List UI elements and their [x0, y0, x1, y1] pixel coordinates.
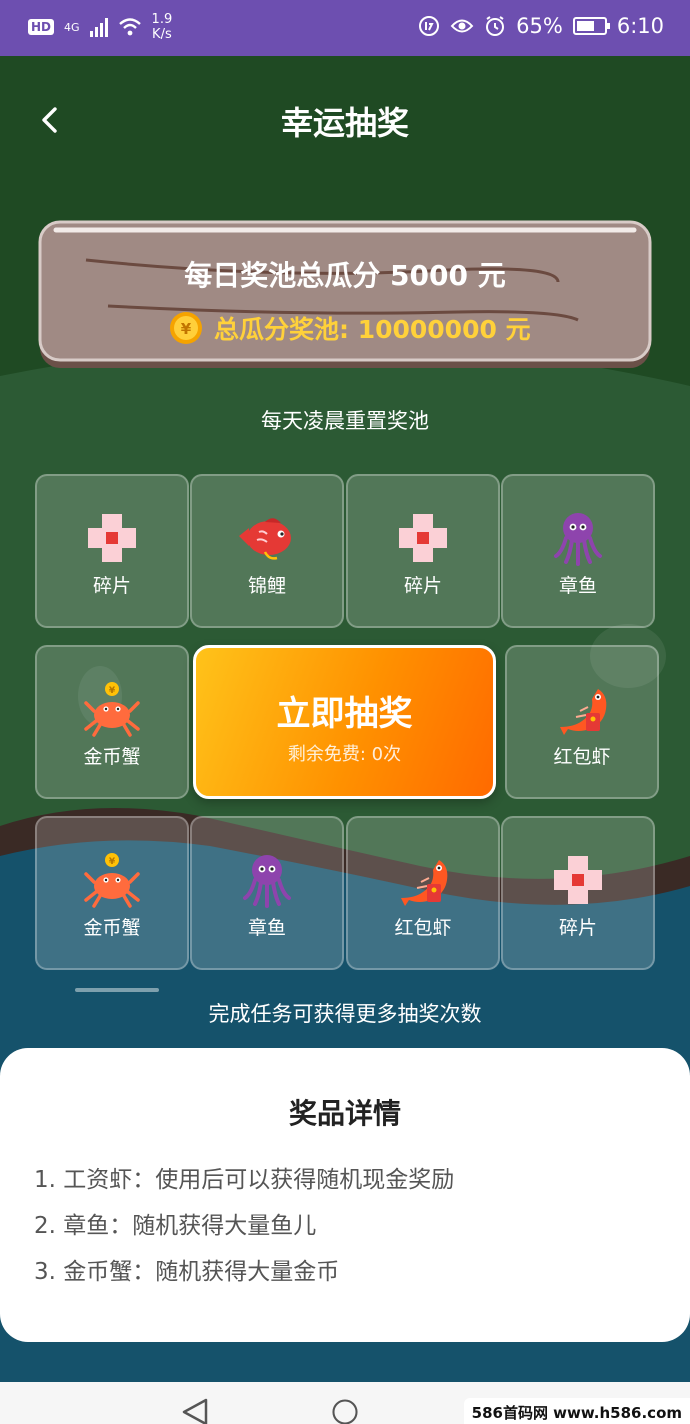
details-item: 1. 工资虾：使用后可以获得随机现金奖励	[34, 1167, 455, 1193]
prize-cell-red-envelope-shrimp: 红包虾	[346, 816, 500, 970]
details-list: 1. 工资虾：使用后可以获得随机现金奖励 2. 章鱼：随机获得大量鱼儿 3. 金…	[34, 1160, 454, 1298]
red-envelope-shrimp-icon	[401, 860, 448, 906]
prize-label: 碎片	[558, 917, 597, 939]
battery-icon	[572, 17, 610, 35]
fragment-icon	[399, 514, 447, 562]
prize-cell-fragment: 碎片	[501, 816, 655, 970]
clock: 6:10	[616, 14, 664, 38]
nav-back-icon[interactable]	[180, 1398, 210, 1424]
prize-label: 碎片	[92, 575, 131, 597]
total-pool-row: ¥ 总瓜分奖池: 10000000 元	[168, 310, 531, 346]
prize-label: 红包虾	[553, 746, 611, 768]
prize-label: 章鱼	[558, 575, 597, 597]
draw-now-button[interactable]: 立即抽奖 剩余免费: 0次	[193, 645, 496, 799]
gold-crab-icon: ¥	[84, 853, 140, 908]
network-speed: 1.9 K/s	[152, 12, 173, 42]
prize-cell-gold-crab: ¥ 金币蟹	[35, 645, 189, 799]
reset-note: 每天凌晨重置奖池	[261, 409, 429, 433]
svg-text:¥: ¥	[109, 857, 116, 867]
alarm-icon	[486, 16, 505, 36]
draw-button-label: 立即抽奖	[276, 694, 413, 734]
prize-label: 锦鲤	[247, 575, 286, 597]
hd-badge: HD	[28, 19, 55, 35]
eye-comfort-icon	[450, 19, 474, 33]
battery-fill	[576, 21, 594, 31]
battery-percent: 65%	[516, 14, 563, 38]
remaining-free-draws: 剩余免费: 0次	[287, 744, 402, 765]
prize-label: 章鱼	[247, 917, 286, 939]
prize-cell-octopus: 章鱼	[501, 474, 655, 628]
page-title: 幸运抽奖	[280, 104, 409, 142]
scroll-indicator	[75, 988, 159, 992]
wooden-sign	[38, 220, 652, 368]
network-type: 4G	[64, 20, 80, 34]
prize-cell-fragment: 碎片	[346, 474, 500, 628]
details-item: 2. 章鱼：随机获得大量鱼儿	[34, 1213, 317, 1239]
prize-cell-red-envelope-shrimp: 红包虾	[505, 645, 659, 799]
speed-value: 1.9	[151, 12, 173, 27]
svg-text:¥: ¥	[109, 686, 116, 696]
data-saver-icon	[419, 16, 440, 36]
coin-icon: ¥	[170, 312, 202, 344]
prize-details-card: 奖品详情 1. 工资虾：使用后可以获得随机现金奖励 2. 章鱼：随机获得大量鱼儿…	[0, 1048, 690, 1342]
octopus-icon	[554, 513, 602, 566]
status-bar: HD 4G 1.9 K/s 65% 6:10	[0, 0, 690, 56]
prize-label: 红包虾	[394, 917, 452, 939]
speed-unit: K/s	[152, 27, 172, 42]
svg-text:¥: ¥	[181, 320, 192, 338]
koi-fish-icon	[239, 518, 291, 560]
prize-label: 金币蟹	[83, 917, 141, 939]
daily-pool-text: 每日奖池总瓜分 5000 元	[184, 259, 506, 292]
details-item: 3. 金币蟹：随机获得大量金币	[34, 1259, 340, 1285]
prize-cell-gold-crab: ¥ 金币蟹	[35, 816, 189, 970]
status-left: HD 4G 1.9 K/s	[28, 12, 172, 42]
prize-cell-koi: 锦鲤	[190, 474, 344, 628]
red-envelope-shrimp-icon	[560, 689, 607, 735]
task-note: 完成任务可获得更多抽奖次数	[208, 1002, 482, 1026]
status-right: 65% 6:10	[418, 14, 664, 38]
octopus-icon	[243, 855, 291, 908]
nav-home-icon[interactable]	[328, 1398, 362, 1424]
gold-crab-icon: ¥	[84, 682, 140, 737]
prize-label: 碎片	[403, 575, 442, 597]
prize-cell-fragment: 碎片	[35, 474, 189, 628]
watermark: 586首码网 www.h586.com	[463, 1398, 690, 1424]
fragment-icon	[554, 856, 602, 904]
details-title: 奖品详情	[288, 1097, 401, 1130]
prize-label: 金币蟹	[83, 746, 141, 768]
total-pool-text: 总瓜分奖池: 10000000 元	[214, 315, 531, 344]
fragment-icon	[88, 514, 136, 562]
signal-icon	[89, 17, 108, 37]
wifi-icon	[118, 18, 141, 36]
prize-cell-octopus: 章鱼	[190, 816, 344, 970]
